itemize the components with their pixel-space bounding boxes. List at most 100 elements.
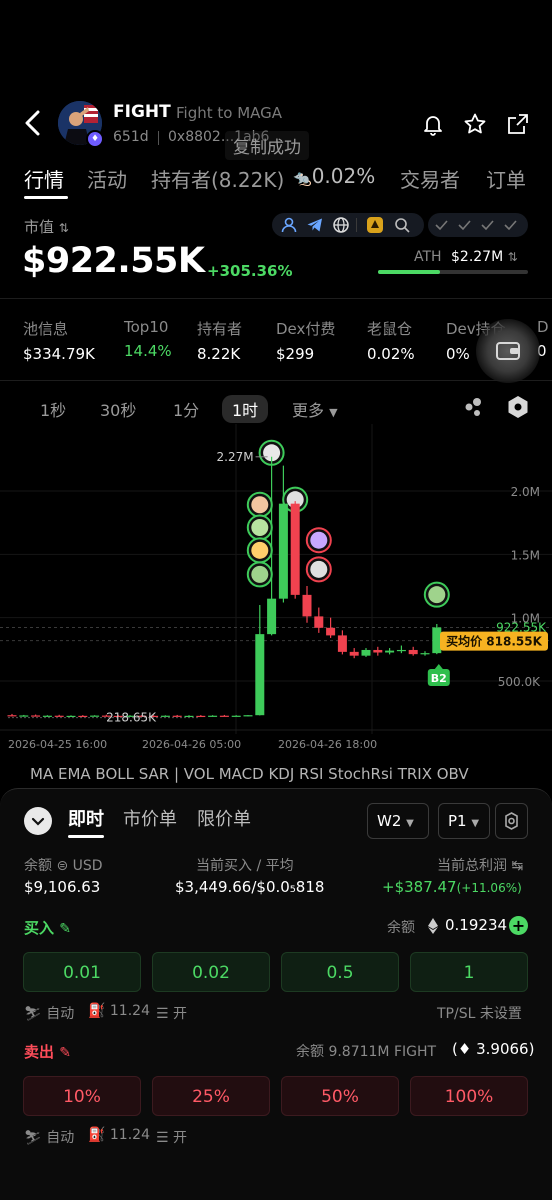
buy-balance-value: 0.19234 (445, 916, 508, 934)
sort-icon[interactable]: ⇅ (508, 250, 518, 264)
candle-body (184, 715, 194, 718)
buy-amount-button[interactable]: 0.5 (281, 952, 399, 992)
candle-body (231, 715, 241, 717)
sell-pct-button[interactable]: 25% (152, 1076, 270, 1116)
sell-pct-button[interactable]: 100% (410, 1076, 528, 1116)
edit-icon[interactable]: ✎ (59, 1045, 71, 1061)
tpsl-setting[interactable]: TP/SL 未设置 (437, 1003, 522, 1023)
add-funds-icon[interactable]: + (509, 916, 528, 935)
auto-slippage[interactable]: ⛷ 自动 (24, 1003, 74, 1023)
info-icon: ↹ (511, 858, 524, 874)
mev-protection[interactable]: ☰ 开 (156, 1003, 187, 1023)
eth-icon: ♦ (457, 1040, 472, 1058)
trader-avatar-face (310, 560, 328, 578)
ath-progress-fill (378, 270, 440, 274)
sell-balance-label: 余额 9.8711M FIGHT (296, 1044, 437, 1060)
interval-1h[interactable]: 1时 (222, 395, 269, 423)
sort-icon[interactable]: ⇅ (59, 221, 69, 235)
candle-body (290, 503, 300, 595)
candle-body (54, 715, 64, 717)
token-symbol: FIGHT (113, 102, 171, 122)
trade-panel (0, 788, 552, 1200)
stat-dex-paid[interactable]: Dex付费 $299 (276, 318, 335, 363)
candle-body (326, 627, 336, 636)
stat-holders[interactable]: 持有者 8.22K (197, 318, 242, 363)
tab-holders[interactable]: 持有者(8.22K) (151, 164, 284, 193)
share-icon[interactable] (506, 112, 530, 136)
tab-traders[interactable]: 交易者 (400, 164, 460, 193)
balance-value: $9,106.63 (24, 878, 101, 896)
stat-insiders[interactable]: 老鼠仓 0.02% (367, 318, 415, 363)
sell-section-label: 卖出 ✎ (24, 1043, 71, 1061)
market-cap-label: 市值 ⇅ (24, 218, 69, 236)
candle-body (7, 715, 17, 717)
ath-value: $2.27M ⇅ (451, 249, 518, 265)
collapse-button[interactable] (24, 807, 52, 835)
trade-settings-button[interactable] (495, 803, 528, 839)
preset-select[interactable]: P1 ▼ (438, 803, 490, 839)
trader-avatar-face (251, 519, 269, 537)
tab-insider-pct[interactable]: 🐀0.02% (293, 164, 375, 188)
buy-amount-button[interactable]: 0.01 (23, 952, 141, 992)
divider (158, 131, 159, 145)
security-checks[interactable] (428, 213, 528, 237)
gas-setting[interactable]: ⛽ 11.24 (88, 1003, 150, 1019)
buy-marker-pointer (434, 664, 443, 669)
market-cap-change: +305.36% (207, 262, 293, 280)
pnl-label: 当前总利润 ↹ (437, 858, 524, 874)
floating-wallet-button[interactable] (476, 319, 540, 383)
website-icon[interactable] (332, 216, 350, 234)
edit-icon[interactable]: ✎ (59, 921, 71, 937)
gas-pump-icon: ⛽ (88, 1127, 106, 1143)
back-icon[interactable] (22, 108, 44, 138)
price-chart[interactable]: B22.0M1.5M1.0M500.0K2026-04-25 16:00 2026… (0, 424, 552, 764)
ath-label: ATH (414, 249, 442, 265)
drawing-tools-icon[interactable] (462, 396, 484, 418)
interval-30s[interactable]: 30秒 (100, 397, 136, 421)
telegram-icon[interactable] (306, 216, 324, 234)
balance-label: 余额 ⊜ USD (24, 858, 103, 874)
gas-setting[interactable]: ⛽ 11.24 (88, 1127, 150, 1143)
buy-amount-button[interactable]: 1 (410, 952, 528, 992)
divider (0, 298, 552, 299)
slippage-icon: ⛷ (24, 1006, 42, 1022)
tab-limit-order[interactable]: 限价单 (197, 805, 251, 831)
tab-activity[interactable]: 活动 (87, 164, 127, 193)
market-cap-value: $922.55K (22, 241, 205, 281)
pnl-value: +$387.47(+11.06%) (382, 878, 522, 896)
candle-body (219, 715, 229, 717)
sell-balance-eth: (♦ 3.9066) (452, 1040, 535, 1058)
sell-pct-button[interactable]: 10% (23, 1076, 141, 1116)
interval-1m[interactable]: 1分 (173, 397, 199, 421)
candle-body (337, 635, 347, 652)
user-icon[interactable] (280, 216, 298, 234)
tab-market-order[interactable]: 市价单 (123, 805, 177, 831)
auto-slippage[interactable]: ⛷ 自动 (24, 1127, 74, 1147)
candle-body (208, 715, 218, 717)
candle-body (314, 616, 324, 628)
shield-warning-icon[interactable] (365, 215, 385, 235)
candle-body (160, 715, 170, 717)
high-price-label: 2.27M (217, 450, 254, 464)
tab-instant[interactable]: 即时 (68, 805, 104, 831)
candle-body (42, 715, 52, 717)
candle-body (19, 715, 29, 717)
buy-amount-button[interactable]: 0.02 (152, 952, 270, 992)
settings-hex-icon[interactable] (507, 395, 529, 419)
search-icon[interactable] (393, 216, 411, 234)
interval-1s[interactable]: 1秒 (40, 397, 66, 421)
sell-pct-button[interactable]: 50% (281, 1076, 399, 1116)
bell-icon[interactable] (421, 112, 445, 136)
stat-top10[interactable]: Top10 14.4% (124, 318, 172, 360)
buy-section-label: 买入 ✎ (24, 919, 71, 937)
candle-body (420, 653, 430, 655)
indicator-bar[interactable]: MA EMA BOLL SAR | VOL MACD KDJ RSI Stoch… (30, 765, 469, 783)
tab-market[interactable]: 行情 (24, 164, 64, 193)
stat-pool[interactable]: 池信息 $334.79K (23, 318, 95, 363)
star-icon[interactable] (463, 112, 487, 136)
wallet-select[interactable]: W2 ▼ (367, 803, 429, 839)
tab-orders[interactable]: 订单 (486, 164, 526, 193)
interval-more[interactable]: 更多 ▼ (292, 397, 338, 421)
avg-buy-label: 买均价 818.55K (446, 634, 542, 649)
mev-protection[interactable]: ☰ 开 (156, 1127, 187, 1147)
